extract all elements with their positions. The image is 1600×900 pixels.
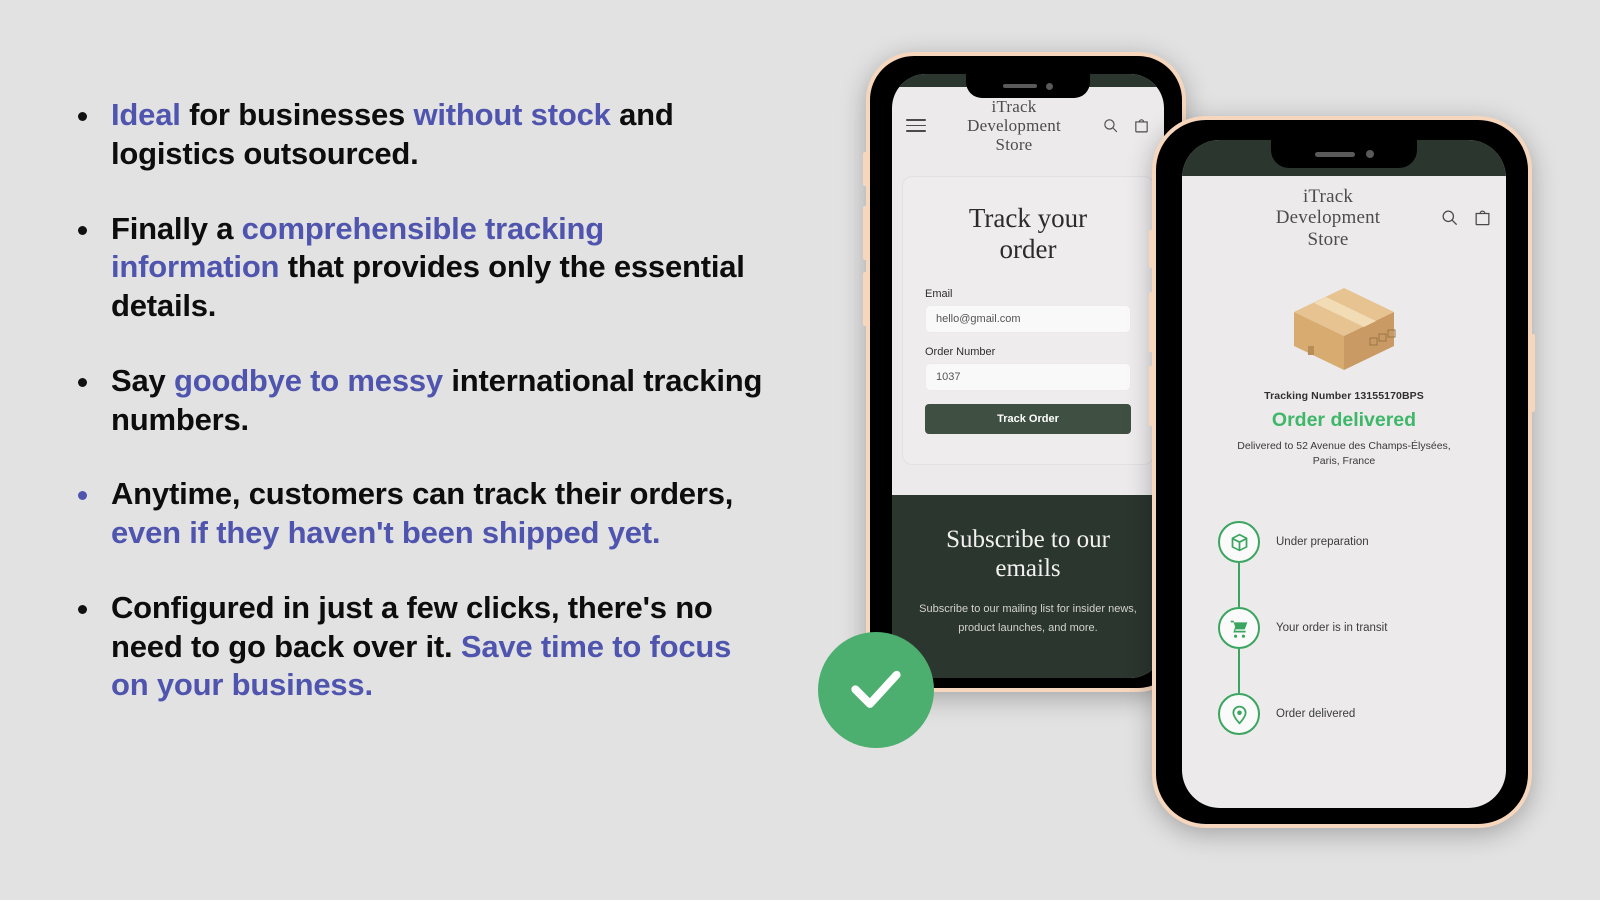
location-pin-icon [1218,693,1260,736]
track-order-card: Track your order Email hello@gmail.com O… [902,175,1154,465]
bullet-marker [78,491,87,501]
phone-mute-button[interactable] [1149,230,1153,268]
tracking-number: Tracking Number 13155170BPS [1264,389,1424,402]
tracking-result: Tracking Number 13155170BPS Order delive… [1182,258,1506,757]
bullet-segment: even if they haven't been shipped yet. [111,515,661,550]
order-number-field[interactable]: 1037 [925,362,1131,391]
package-icon [1218,521,1260,564]
page-title: Track your order [925,203,1131,266]
delivery-address: Delivered to 52 Avenue des Champs-Élysée… [1200,439,1488,469]
status-badge: Order delivered [1271,408,1417,431]
timeline-step-label: Your order is in transit [1276,622,1388,635]
phone-volume-up-button[interactable] [1149,292,1153,352]
delivery-address-line: Paris, France [1312,455,1376,468]
phone-mockup-track-form: iTrack Development Store Track your orde… [863,52,1189,692]
subscribe-title-line: Subscribe to our [946,525,1110,553]
store-name: iTrack Development Store [926,97,1102,154]
phone-one-screen: iTrack Development Store Track your orde… [892,74,1164,678]
email-label: Email [925,287,953,300]
front-camera [1365,150,1374,158]
shopping-cart-icon [1218,607,1260,650]
store-header: iTrack Development Store [1182,176,1506,258]
timeline-step-label: Under preparation [1276,536,1369,549]
store-name-line: Store [1307,228,1349,250]
subscribe-description: Subscribe to our mailing list for inside… [919,602,1137,634]
store-header: iTrack Development Store [892,87,1164,162]
bullet-marker [78,377,87,387]
search-icon[interactable] [1102,117,1119,134]
bullet-segment: Anytime, customers can track their order… [111,476,734,512]
bullet-text: Ideal for businesses without stock and l… [111,96,772,174]
notch [966,74,1090,98]
subscribe-section: Subscribe to our emails Subscribe to our… [892,494,1164,678]
bullet-segment: Ideal [111,97,181,132]
earpiece-speaker [1003,84,1037,88]
store-name: iTrack Development Store [1216,186,1440,250]
list-item: Configured in just a few clicks, there's… [72,589,772,705]
bullet-text: Say goodbye to messy international track… [111,362,772,440]
track-order-button[interactable]: Track Order [925,403,1131,434]
earpiece-speaker [1314,151,1355,157]
phone-volume-down-button[interactable] [1149,366,1153,426]
phone-volume-up-button[interactable] [863,206,867,260]
timeline-connector [1238,649,1240,694]
store-name-line: Store [995,134,1033,154]
bullet-text: Finally a comprehensible tracking inform… [111,210,772,326]
list-item: Say goodbye to messy international track… [72,362,772,440]
bullet-segment: without stock [413,97,611,132]
timeline-connector [1238,563,1240,608]
track-title-line: order [999,234,1057,265]
bullet-marker [78,225,87,235]
list-item: Anytime, customers can track their order… [72,475,772,553]
email-field[interactable]: hello@gmail.com [925,304,1131,333]
delivery-address-line: Delivered to 52 Avenue des Champs-Élysée… [1237,439,1451,452]
phone-power-button[interactable] [1531,334,1535,412]
order-number-label: Order Number [925,345,996,358]
hamburger-icon[interactable] [906,115,926,136]
timeline-step: Your order is in transit [1218,585,1488,694]
bullet-marker [78,604,87,614]
front-camera [1046,82,1053,90]
phone-mute-button[interactable] [863,152,867,186]
phone-two-screen: iTrack Development Store Tracking Number… [1182,140,1506,808]
bullet-segment: Say [111,362,174,398]
list-item: Ideal for businesses without stock and l… [72,96,772,174]
timeline-step: Order delivered [1218,671,1488,757]
timeline-step-label: Order delivered [1276,708,1356,721]
checkmark-icon [843,655,909,726]
track-title-line: Track your [968,202,1088,233]
subscribe-title-line: emails [995,555,1061,582]
phone-mockup-tracking-result: iTrack Development Store Tracking Number… [1149,116,1535,828]
list-item: Finally a comprehensible tracking inform… [72,210,772,326]
bullet-text: Configured in just a few clicks, there's… [111,589,772,705]
feature-bullet-list: Ideal for businesses without stock and l… [72,96,772,741]
bullet-text: Anytime, customers can track their order… [111,475,772,553]
store-name-line: Development [967,115,1061,135]
tracking-timeline: Under preparation Your order is in trans… [1218,499,1488,757]
timeline-step: Under preparation [1218,499,1488,608]
bullet-segment: Finally a [111,210,242,246]
store-name-line: Development [1275,207,1381,229]
bullet-marker [78,112,87,121]
shopping-bag-icon[interactable] [1473,208,1492,227]
success-check-badge [818,632,934,748]
store-name-line: iTrack [1302,186,1354,207]
bullet-segment: for businesses [180,97,414,132]
parcel-box-icon [1200,278,1488,378]
status-bar [892,74,1164,98]
subscribe-title: Subscribe to our emails [918,525,1138,584]
status-bar [1182,140,1506,176]
bullet-segment: goodbye to messy [173,362,443,398]
phone-volume-down-button[interactable] [863,272,867,326]
shopping-bag-icon[interactable] [1133,117,1150,134]
search-icon[interactable] [1440,208,1459,227]
store-name-line: iTrack [991,96,1037,116]
notch [1271,140,1417,168]
